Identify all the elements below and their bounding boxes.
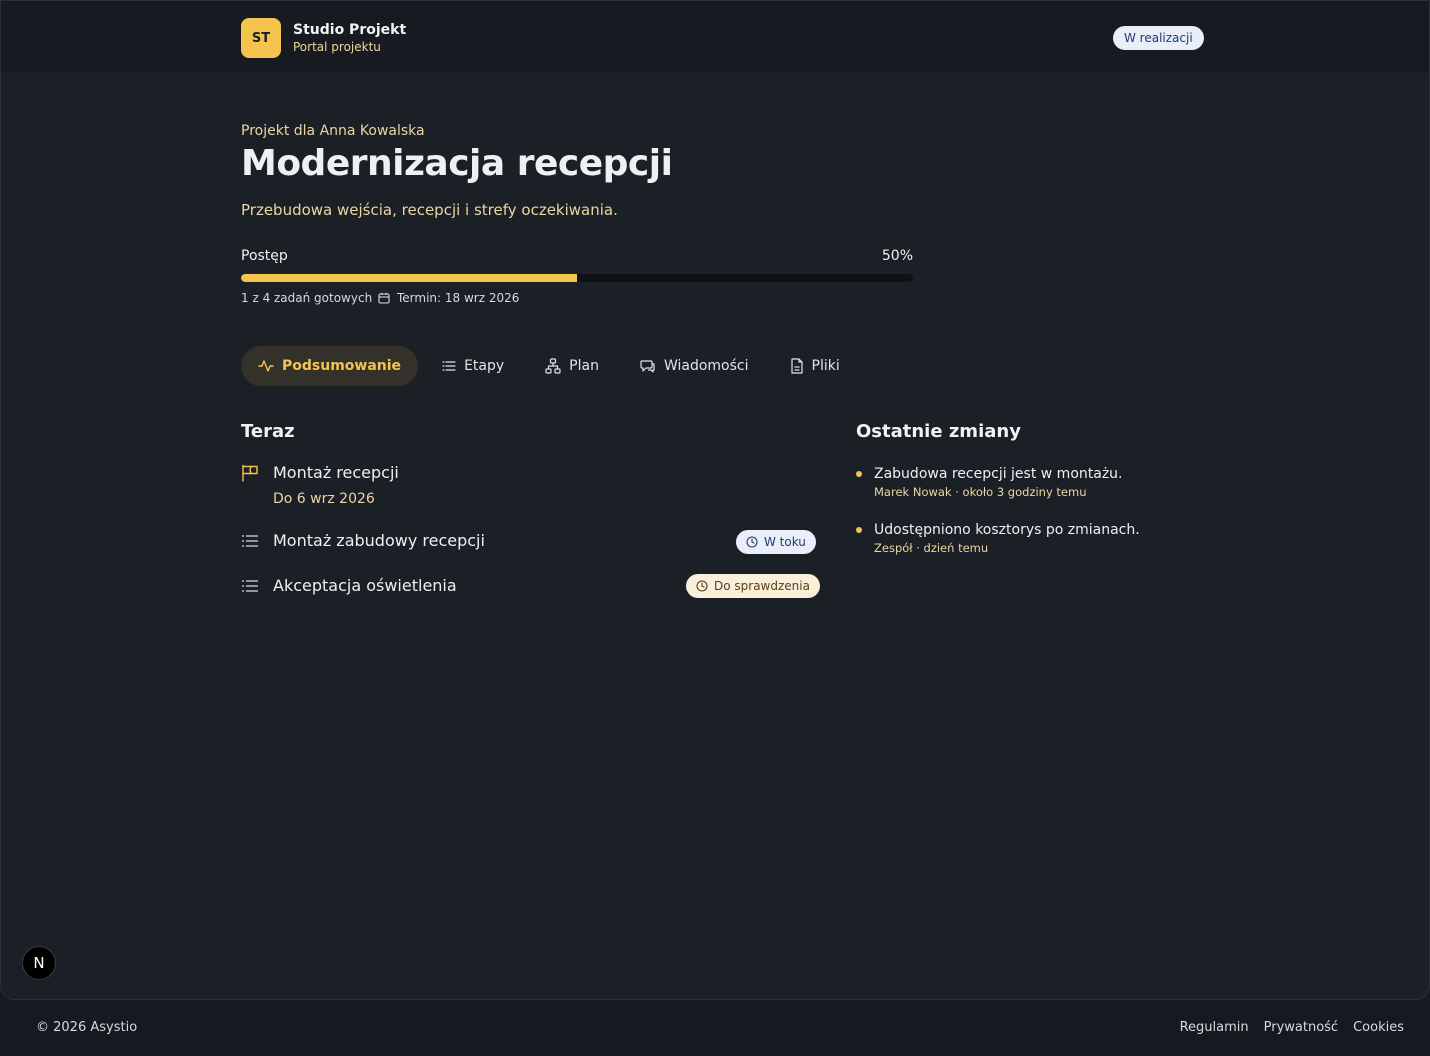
- task-row[interactable]: Montaż zabudowy recepcji: [241, 531, 485, 550]
- milestone-label: Montaż recepcji: [273, 463, 399, 482]
- project-status-badge: W realizacji: [1113, 26, 1204, 50]
- app-frame: ST Studio Projekt Portal projektu W real…: [0, 0, 1430, 1000]
- project-description: Przebudowa wejścia, recepcji i strefy oc…: [241, 201, 618, 219]
- dev-tools-button[interactable]: N: [22, 946, 56, 980]
- brand[interactable]: ST Studio Projekt Portal projektu: [241, 18, 406, 58]
- task-row[interactable]: Akceptacja oświetlenia: [241, 576, 457, 595]
- clock-icon: [696, 580, 708, 592]
- tab-label: Podsumowanie: [282, 358, 402, 374]
- client-line: Projekt dla Anna Kowalska: [241, 123, 425, 139]
- tab-etapy[interactable]: Etapy: [425, 346, 521, 386]
- bullet-dot: [856, 527, 862, 533]
- footer-link-prywatnosc[interactable]: Prywatność: [1264, 1020, 1338, 1035]
- page-title: Modernizacja recepcji: [241, 143, 673, 184]
- deadline-meta: Termin: 18 wrz 2026: [378, 291, 519, 305]
- tab-label: Etapy: [464, 358, 505, 374]
- task-label: Montaż zabudowy recepcji: [273, 531, 485, 550]
- clock-icon: [746, 536, 758, 548]
- tab-wiadomosci[interactable]: Wiadomości: [623, 346, 766, 386]
- task-label: Akceptacja oświetlenia: [273, 576, 457, 595]
- footer-link-cookies[interactable]: Cookies: [1353, 1020, 1404, 1035]
- change-text: Zabudowa recepcji jest w montażu.: [874, 466, 1123, 482]
- list-icon: [442, 361, 456, 371]
- milestone-due: Do 6 wrz 2026: [273, 491, 375, 507]
- progress-percent: 50%: [881, 248, 913, 264]
- tab-bar: Podsumowanie Etapy Plan Wiadomości Pliki: [241, 346, 864, 386]
- tab-label: Plan: [569, 358, 599, 374]
- top-bar: ST Studio Projekt Portal projektu W real…: [1, 1, 1429, 73]
- status-badge: W toku: [736, 530, 816, 554]
- tasks-done-text: 1 z 4 zadań gotowych: [241, 291, 373, 305]
- list-icon: [241, 534, 259, 547]
- activity-icon: [258, 360, 274, 372]
- flag-icon: [242, 464, 258, 482]
- tab-label: Pliki: [811, 358, 840, 374]
- tab-plan[interactable]: Plan: [528, 346, 616, 386]
- status-badge-label: W toku: [764, 535, 806, 549]
- sitemap-icon: [545, 358, 561, 374]
- tab-podsumowanie[interactable]: Podsumowanie: [241, 346, 419, 386]
- calendar-icon: [378, 292, 390, 304]
- deadline-text: Termin: 18 wrz 2026: [397, 291, 520, 305]
- change-meta: Marek Nowak · około 3 godziny temu: [874, 485, 1087, 499]
- change-meta: Zespół · dzień temu: [874, 541, 989, 555]
- changes-section-title: Ostatnie zmiany: [856, 421, 1021, 442]
- file-icon: [790, 358, 803, 374]
- status-badge: Do sprawdzenia: [686, 574, 820, 598]
- status-badge-label: Do sprawdzenia: [714, 579, 810, 593]
- bullet-dot: [856, 471, 862, 477]
- tab-pliki[interactable]: Pliki: [773, 346, 857, 386]
- tasks-done-meta: 1 z 4 zadań gotowych: [241, 291, 372, 305]
- footer-link-regulamin[interactable]: Regulamin: [1180, 1020, 1249, 1035]
- progress-bar-fill: [241, 274, 577, 282]
- list-icon: [241, 579, 259, 592]
- footer-links: Regulamin Prywatność Cookies: [1165, 1020, 1404, 1035]
- progress-label: Postęp: [241, 248, 288, 264]
- milestone-item[interactable]: Montaż recepcji: [241, 463, 399, 482]
- brand-subtitle: Portal projektu: [293, 39, 381, 54]
- now-section-title: Teraz: [241, 421, 295, 442]
- change-item: Zabudowa recepcji jest w montażu. Marek …: [856, 465, 1123, 501]
- change-item: Udostępniono kosztorys po zmianach. Zesp…: [856, 521, 1140, 557]
- progress-bar: [241, 274, 913, 282]
- chat-icon: [640, 360, 655, 373]
- brand-logo: ST: [241, 18, 281, 58]
- tab-label: Wiadomości: [663, 358, 749, 374]
- brand-name: Studio Projekt: [293, 21, 407, 38]
- footer-copyright: © 2026 Asystio: [36, 1020, 138, 1035]
- change-text: Udostępniono kosztorys po zmianach.: [874, 522, 1140, 538]
